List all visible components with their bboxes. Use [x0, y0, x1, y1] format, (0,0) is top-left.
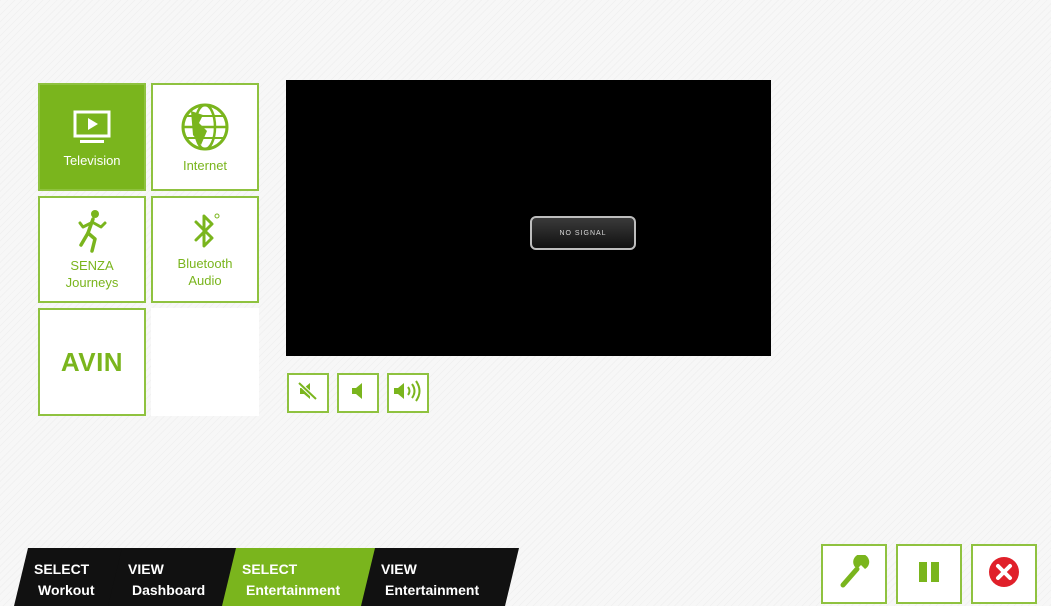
source-senza-tile[interactable]: SENZA Journeys [38, 196, 146, 303]
source-bluetooth-tile[interactable]: Bluetooth Audio [151, 196, 259, 303]
mute-button[interactable] [287, 373, 329, 413]
source-internet-tile[interactable]: Internet [151, 83, 259, 191]
nav-view-entertainment-line2: Entertainment [385, 582, 480, 598]
settings-button[interactable] [821, 544, 887, 604]
source-bluetooth-label-line2: Audio [188, 272, 222, 288]
wrench-icon [837, 553, 871, 594]
source-television-tile[interactable]: Television [38, 83, 146, 191]
bluetooth-icon [188, 211, 222, 251]
source-avin-label: AVIN [60, 346, 124, 377]
source-senza-label-line2: Journeys [65, 274, 119, 290]
source-television-label: Television [63, 152, 121, 168]
nav-select-workout-line1: SELECT [34, 561, 90, 577]
empty-tile-slot [151, 308, 259, 416]
nav-view-entertainment[interactable]: VIEW Entertainment [361, 548, 519, 606]
tv-icon [66, 106, 118, 148]
nav-select-entertainment-line2: Entertainment [246, 582, 341, 598]
volume-down-button[interactable] [337, 373, 379, 413]
nav-select-entertainment[interactable]: SELECT Entertainment [222, 548, 380, 606]
volume-up-icon [392, 379, 424, 407]
source-bluetooth-label-line1: Bluetooth [177, 255, 233, 271]
nav-view-dashboard-line2: Dashboard [132, 582, 206, 598]
nav-view-dashboard[interactable]: VIEW Dashboard [108, 548, 243, 606]
no-signal-badge: NO SIGNAL [530, 216, 636, 250]
volume-up-button[interactable] [387, 373, 429, 413]
nav-select-workout-line2: Workout [38, 582, 95, 598]
nav-view-dashboard-line1: VIEW [128, 561, 164, 577]
video-display: NO SIGNAL [286, 80, 771, 356]
runner-icon [75, 209, 109, 253]
source-internet-label: Internet [182, 157, 228, 173]
source-senza-label-line1: SENZA [70, 257, 114, 273]
source-avin-tile[interactable]: AVIN [38, 308, 146, 416]
nav-select-entertainment-line1: SELECT [242, 561, 298, 577]
globe-icon [179, 101, 231, 153]
stop-button[interactable] [971, 544, 1037, 604]
volume-down-icon [348, 381, 368, 406]
nav-view-entertainment-line1: VIEW [381, 561, 417, 577]
pause-icon [915, 559, 943, 590]
close-icon [987, 555, 1021, 594]
pause-button[interactable] [896, 544, 962, 604]
mute-icon [297, 381, 319, 406]
